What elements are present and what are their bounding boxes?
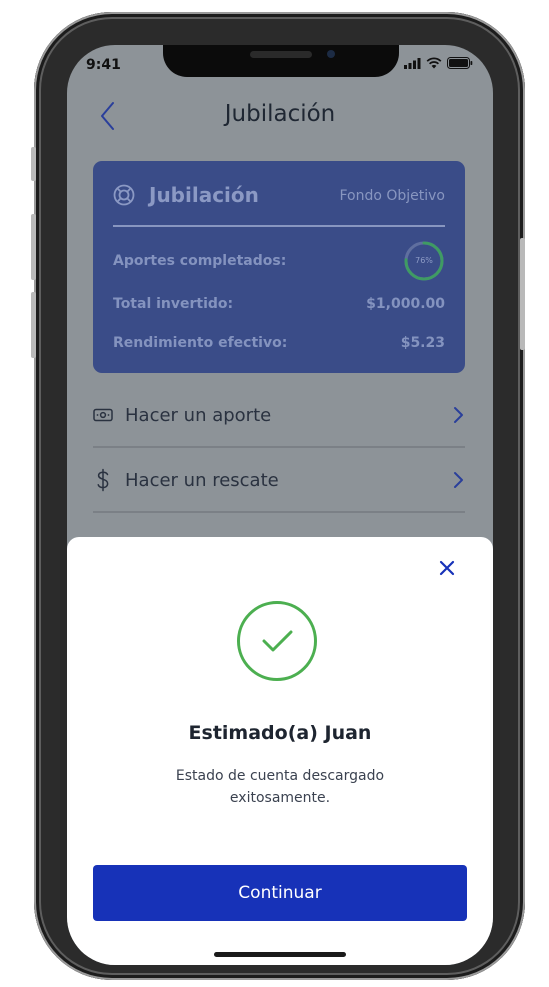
total-invested-label: Total invertido: [113,296,234,312]
effective-return-label: Rendimiento efectivo: [113,335,288,351]
contributions-percent: 76% [415,256,433,265]
volume-up-button [31,214,36,280]
card-title: Jubilación [149,183,259,207]
list-divider [93,446,465,448]
make-withdrawal-label: Hacer un rescate [125,469,279,491]
signal-icon [404,57,421,69]
home-indicator [214,952,346,957]
make-withdrawal-item[interactable]: Hacer un rescate [93,450,465,510]
cash-icon [93,408,113,422]
chevron-right-icon [454,407,463,423]
total-invested-value: $1,000.00 [366,296,445,312]
battery-icon [447,57,473,69]
power-button [520,238,525,350]
status-icons [404,57,473,69]
chevron-right-icon [454,472,463,488]
success-icon [237,601,317,681]
card-subtitle: Fondo Objetivo [339,188,445,204]
continue-button[interactable]: Continuar [93,865,467,921]
volume-down-button [31,292,36,358]
status-time: 9:41 [86,57,121,73]
modal-title: Estimado(a) Juan [188,722,372,744]
page-title: Jubilación [224,101,336,127]
phone-screen: 9:41 Jubilación Jubilación Fondo Objetiv… [67,45,493,965]
mute-switch [31,147,36,181]
card-divider [113,225,445,227]
list-divider [93,511,465,513]
make-contribution-label: Hacer un aporte [125,404,272,426]
check-icon [262,630,293,652]
notch [163,45,399,77]
modal-message: Estado de cuenta descargado exitosamente… [175,768,385,806]
speaker [250,51,312,58]
dollar-icon [97,468,109,492]
contributions-row: Aportes completados: 76% [113,240,445,282]
success-bottom-sheet: Estimado(a) Juan Estado de cuenta descar… [67,537,493,965]
front-camera [327,50,335,58]
make-contribution-item[interactable]: Hacer un aporte [93,385,465,445]
fund-summary-card: Jubilación Fondo Objetivo Aportes comple… [93,161,465,373]
contributions-label: Aportes completados: [113,253,287,269]
contributions-progress-ring: 76% [403,240,445,282]
effective-return-value: $5.23 [400,335,445,351]
wifi-icon [426,57,442,69]
close-button[interactable] [436,557,458,579]
effective-return-row: Rendimiento efectivo: $5.23 [113,335,445,351]
lifebuoy-icon [113,184,135,206]
total-invested-row: Total invertido: $1,000.00 [113,296,445,312]
